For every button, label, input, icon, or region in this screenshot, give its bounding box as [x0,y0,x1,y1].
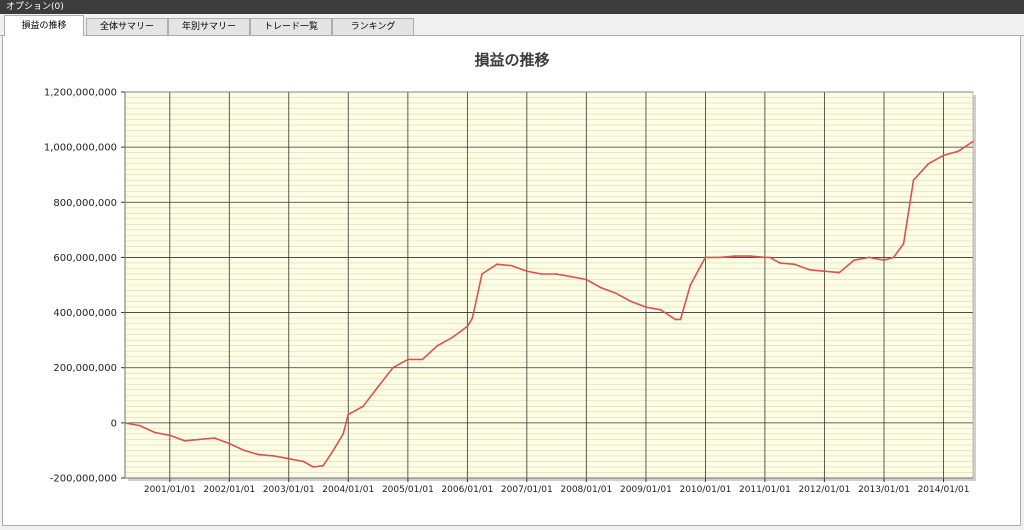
x-tick-label: 2004/01/01 [322,485,374,495]
data-point [213,437,216,439]
data-point [183,439,186,442]
data-point [808,268,811,271]
data-point [322,464,325,467]
data-point [883,259,885,262]
y-tick-label: 1,000,000,000 [44,143,117,154]
data-point [630,300,632,303]
data-point [793,263,796,266]
data-point [243,449,245,452]
data-point [659,308,662,311]
data-point [585,278,588,281]
data-point [764,256,766,259]
data-point [451,336,454,339]
data-point [138,424,141,427]
y-tick-label: 1,200,000,000 [44,88,117,99]
data-point [392,366,394,369]
data-point [347,413,350,416]
data-point [168,434,171,437]
data-point [496,263,498,266]
data-point [555,273,558,275]
data-point [302,460,305,463]
data-point [362,405,364,408]
x-tick-label: 2003/01/01 [263,485,315,495]
data-point [942,154,945,157]
data-point [957,150,960,153]
data-point [902,242,905,245]
x-tick-label: 2007/01/01 [501,485,553,495]
data-point [124,422,126,424]
data-point [912,179,915,182]
y-tick-label: 800,000,000 [53,198,117,209]
data-point [153,431,156,434]
y-tick-label: 400,000,000 [53,308,117,319]
data-point [749,255,751,257]
x-tick-label: 2013/01/01 [858,485,910,495]
data-point [734,255,736,257]
data-point [377,386,379,388]
data-point [421,358,424,361]
data-point [272,455,275,457]
data-point [198,438,201,441]
data-point [342,433,345,435]
data-point [600,286,602,289]
data-point [466,325,469,328]
data-point [927,162,930,165]
data-point [540,273,543,275]
data-point [228,442,231,445]
data-point [778,262,781,264]
y-tick-label: 600,000,000 [53,253,117,264]
x-tick-label: 2011/01/01 [739,485,791,495]
data-point [823,270,826,273]
data-point [704,256,707,259]
data-point [892,256,895,259]
data-point [510,264,513,267]
data-point [972,140,974,143]
x-tick-label: 2009/01/01 [620,485,672,495]
tab-pl-trend[interactable]: 損益の推移 [4,15,84,36]
y-tick-label: 0 [111,418,117,429]
data-point [719,256,721,259]
data-point [570,275,573,278]
x-tick-label: 2006/01/01 [441,485,493,495]
data-point [868,256,870,259]
data-point [769,256,771,259]
x-tick-label: 2014/01/01 [918,485,970,495]
y-tick-label: 200,000,000 [53,363,117,374]
data-point [679,318,682,321]
data-point [689,284,692,286]
x-tick-label: 2001/01/01 [144,485,196,495]
data-point [436,344,439,347]
data-point [674,318,677,321]
data-point [287,457,290,460]
data-point [407,358,409,361]
x-tick-label: 2010/01/01 [679,485,731,495]
x-tick-label: 2012/01/01 [798,485,850,495]
data-point [645,306,647,308]
data-point [481,273,483,275]
data-point [838,271,841,274]
data-point [853,259,855,262]
data-point [615,292,617,295]
pl-trend-chart: 1,200,000,000 1,000,000,000 800,000,000 600… [44,88,976,495]
data-point [471,317,474,319]
x-tick-label: 2008/01/01 [560,485,612,495]
data-point [257,453,260,456]
x-tick-label: 2005/01/01 [382,485,434,495]
x-tick-label: 2002/01/01 [203,485,255,495]
data-point [332,449,335,452]
data-point [312,466,315,468]
data-point [525,270,528,273]
y-tick-label: -200,000,000 [50,474,117,485]
